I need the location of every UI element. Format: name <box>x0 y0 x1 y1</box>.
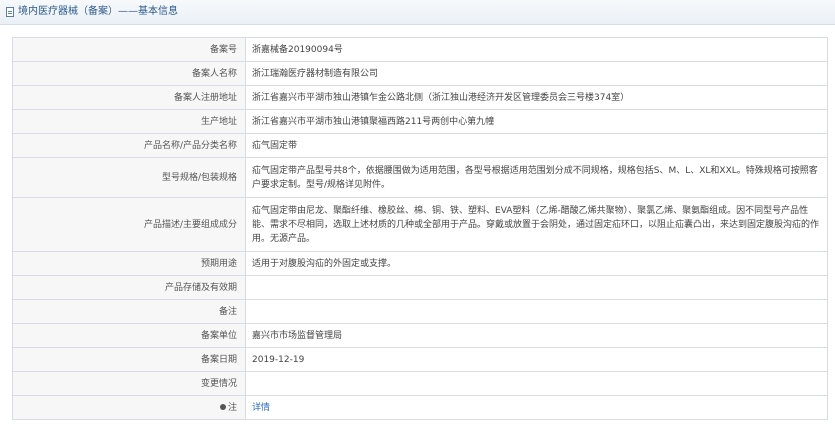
table-row: 备注 <box>12 299 828 324</box>
table-row: 产品存储及有效期 <box>12 275 828 300</box>
row-value-registered-address: 浙江省嘉兴市平湖市独山港镇乍金公路北侧（浙江独山港经济开发区管理委员会三号楼37… <box>245 85 828 110</box>
row-label-note: 注 <box>12 395 246 420</box>
row-value-filing-unit: 嘉兴市市场监督管理局 <box>245 323 828 348</box>
row-label-product-name: 产品名称/产品分类名称 <box>12 133 246 158</box>
row-label-remarks: 备注 <box>12 299 246 324</box>
row-label-storage-validity: 产品存储及有效期 <box>12 275 246 300</box>
row-label-intended-use: 预期用途 <box>12 251 246 276</box>
table-row: 产品名称/产品分类名称 疝气固定带 <box>12 133 828 158</box>
table-row: 产品描述/主要组成成分 疝气固定带由尼龙、聚酯纤维、橡胶丝、棉、铜、铁、塑料、E… <box>12 197 828 252</box>
row-label-filing-date: 备案日期 <box>12 347 246 372</box>
table-row: 备案人注册地址 浙江省嘉兴市平湖市独山港镇乍金公路北侧（浙江独山港经济开发区管理… <box>12 85 828 110</box>
row-value-product-name: 疝气固定带 <box>245 133 828 158</box>
row-value-remarks <box>245 299 828 324</box>
row-label-filing-unit: 备案单位 <box>12 323 246 348</box>
document-icon <box>6 7 14 17</box>
table-row: 备案人名称 浙江瑞瀚医疗器材制造有限公司 <box>12 61 828 86</box>
row-label-production-address: 生产地址 <box>12 109 246 134</box>
row-label-change-status: 变更情况 <box>12 371 246 396</box>
table-row: 备案号 浙嘉械备20190094号 <box>12 37 828 62</box>
row-label-model-spec: 型号规格/包装规格 <box>12 157 246 198</box>
row-value-model-spec: 疝气固定带产品型号共8个，依据腰围做为适用范围，各型号根据适用范围划分成不同规格… <box>245 157 828 198</box>
table-row: 生产地址 浙江省嘉兴市平湖市独山港镇聚福西路211号两创中心第九幢 <box>12 109 828 134</box>
row-value-change-status <box>245 371 828 396</box>
info-table: 备案号 浙嘉械备20190094号 备案人名称 浙江瑞瀚医疗器材制造有限公司 备… <box>12 37 828 420</box>
row-label-registrant-name: 备案人名称 <box>12 61 246 86</box>
info-table-container: 备案号 浙嘉械备20190094号 备案人名称 浙江瑞瀚医疗器材制造有限公司 备… <box>0 25 835 420</box>
row-label-record-number: 备案号 <box>12 37 246 62</box>
note-label-text: 注 <box>227 402 237 413</box>
row-value-record-number: 浙嘉械备20190094号 <box>245 37 828 62</box>
table-row: 变更情况 <box>12 371 828 396</box>
row-label-product-description: 产品描述/主要组成成分 <box>12 197 246 252</box>
details-link[interactable]: 详情 <box>252 403 270 413</box>
page-title: 境内医疗器械（备案）——基本信息 <box>18 6 178 17</box>
row-value-filing-date: 2019-12-19 <box>245 347 828 372</box>
table-row: 注 详情 <box>12 395 828 420</box>
row-label-registered-address: 备案人注册地址 <box>12 85 246 110</box>
table-row: 预期用途 适用于对腹股沟疝的外固定或支撑。 <box>12 251 828 276</box>
row-value-registrant-name: 浙江瑞瀚医疗器材制造有限公司 <box>245 61 828 86</box>
row-value-intended-use: 适用于对腹股沟疝的外固定或支撑。 <box>245 251 828 276</box>
row-value-product-description: 疝气固定带由尼龙、聚酯纤维、橡胶丝、棉、铜、铁、塑料、EVA塑料（乙烯-醋酸乙烯… <box>245 197 828 252</box>
table-row: 备案单位 嘉兴市市场监督管理局 <box>12 323 828 348</box>
table-row: 型号规格/包装规格 疝气固定带产品型号共8个，依据腰围做为适用范围，各型号根据适… <box>12 157 828 198</box>
row-value-production-address: 浙江省嘉兴市平湖市独山港镇聚福西路211号两创中心第九幢 <box>245 109 828 134</box>
row-value-note: 详情 <box>245 395 828 420</box>
page-header: 境内医疗器械（备案）——基本信息 <box>0 0 835 25</box>
pin-icon <box>219 404 226 410</box>
table-row: 备案日期 2019-12-19 <box>12 347 828 372</box>
row-value-storage-validity <box>245 275 828 300</box>
